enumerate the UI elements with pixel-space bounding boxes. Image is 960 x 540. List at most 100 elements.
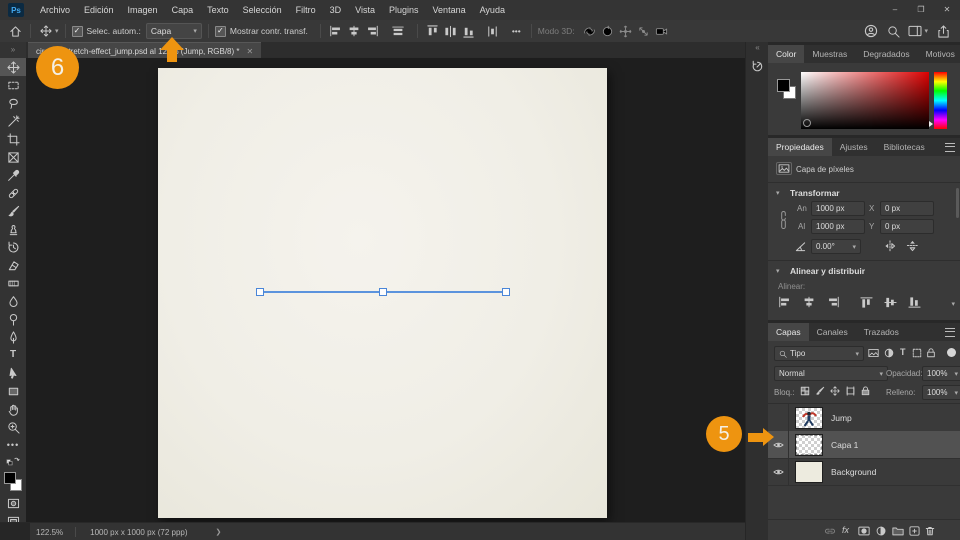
prop-align-bottom-icon[interactable] xyxy=(908,296,924,310)
tools-panel-expand-chevrons[interactable]: » xyxy=(0,42,26,58)
auto-select-checkbox[interactable]: ✓ xyxy=(71,25,83,37)
history-brush-tool[interactable] xyxy=(0,238,26,256)
new-group-icon[interactable] xyxy=(892,526,904,536)
add-layer-mask-icon[interactable] xyxy=(858,526,870,536)
y-field[interactable]: 0 px xyxy=(880,219,934,234)
lock-position-icon[interactable] xyxy=(830,386,840,396)
minimize-button[interactable]: – xyxy=(882,0,908,20)
3d-camera-icon[interactable] xyxy=(653,25,671,38)
tab-trazados[interactable]: Trazados xyxy=(856,323,907,341)
x-field[interactable]: 0 px xyxy=(880,201,934,216)
workspace-switcher-icon[interactable] xyxy=(906,25,924,37)
menu-ayuda[interactable]: Ayuda xyxy=(473,0,512,20)
layer-styles-button[interactable]: fx xyxy=(842,525,849,535)
3d-slide-icon[interactable] xyxy=(635,25,653,38)
menu-imagen[interactable]: Imagen xyxy=(121,0,165,20)
healing-brush-tool[interactable] xyxy=(0,184,26,202)
align-top-edges-icon[interactable] xyxy=(389,25,407,37)
lasso-tool[interactable] xyxy=(0,94,26,112)
opacity-field[interactable]: 100% ▾ xyxy=(922,366,960,381)
align-horizontal-centers-icon[interactable] xyxy=(345,25,363,37)
tab-degradados[interactable]: Degradados xyxy=(855,45,917,63)
filter-smart-objects-icon[interactable] xyxy=(926,348,936,358)
angle-field[interactable]: 0.00° ▾ xyxy=(811,239,861,254)
gradient-tool[interactable] xyxy=(0,274,26,292)
new-layer-icon[interactable] xyxy=(909,526,920,536)
menu-ventana[interactable]: Ventana xyxy=(426,0,473,20)
height-field[interactable]: 1000 px xyxy=(811,219,865,234)
hand-tool[interactable] xyxy=(0,400,26,418)
lock-all-icon[interactable] xyxy=(861,386,870,396)
lock-transparency-icon[interactable] xyxy=(800,386,810,396)
visibility-toggle-empty[interactable] xyxy=(768,404,789,431)
properties-panel-menu-icon[interactable] xyxy=(945,138,960,156)
rectangle-tool[interactable] xyxy=(0,382,26,400)
layers-panel-menu-icon[interactable] xyxy=(945,323,960,341)
3d-pan-icon[interactable] xyxy=(617,25,635,38)
maximize-button[interactable]: ❐ xyxy=(908,0,934,20)
layer-row-capa1[interactable]: Capa 1 xyxy=(768,431,960,459)
layer-filter-dropdown[interactable]: Tipo ▾ xyxy=(774,346,864,361)
transform-handle-center[interactable] xyxy=(379,288,387,296)
menu-archivo[interactable]: Archivo xyxy=(33,0,77,20)
align-left-edges-icon[interactable] xyxy=(327,25,345,37)
link-dimensions-icon[interactable] xyxy=(779,210,788,230)
prop-align-hcenter-icon[interactable] xyxy=(802,296,818,310)
properties-scrollbar[interactable] xyxy=(956,188,959,218)
lock-pixels-icon[interactable] xyxy=(815,386,825,396)
filter-toggle[interactable] xyxy=(947,348,956,357)
marquee-tool[interactable] xyxy=(0,76,26,94)
layer-thumbnail-jump[interactable] xyxy=(795,406,823,429)
search-icon[interactable] xyxy=(884,25,902,38)
filter-shape-layers-icon[interactable] xyxy=(912,348,922,358)
align-section-chevron[interactable]: ▾ xyxy=(776,267,780,275)
crop-tool[interactable] xyxy=(0,130,26,148)
prop-align-left-icon[interactable] xyxy=(778,296,794,310)
quick-mask-button[interactable] xyxy=(0,494,26,512)
brush-tool[interactable] xyxy=(0,202,26,220)
prop-align-top-icon[interactable] xyxy=(860,296,876,310)
filter-type-layers-icon[interactable]: T xyxy=(900,347,906,357)
3d-roll-icon[interactable] xyxy=(599,25,617,38)
blend-mode-dropdown[interactable]: Normal ▾ xyxy=(774,366,888,381)
clone-stamp-tool[interactable] xyxy=(0,220,26,238)
prop-align-right-icon[interactable] xyxy=(826,296,842,310)
foreground-background-swatches[interactable] xyxy=(0,468,26,494)
layer-name[interactable]: Capa 1 xyxy=(831,440,858,450)
foreground-swatch[interactable] xyxy=(777,79,790,92)
menu-capa[interactable]: Capa xyxy=(165,0,201,20)
workspace-chevron[interactable]: ▾ xyxy=(924,27,928,35)
more-options-button[interactable]: ••• xyxy=(512,26,521,36)
link-layers-icon[interactable] xyxy=(824,526,836,536)
history-panel-icon[interactable] xyxy=(746,60,769,73)
move-tool-preset-chevron[interactable]: ▾ xyxy=(55,27,59,35)
edit-toolbar-button[interactable]: ••• xyxy=(0,436,26,454)
type-tool[interactable]: T xyxy=(0,346,26,364)
menu-texto[interactable]: Texto xyxy=(200,0,236,20)
color-panel-swatches[interactable] xyxy=(776,78,800,102)
foreground-color-swatch[interactable] xyxy=(4,472,16,484)
3d-orbit-icon[interactable] xyxy=(581,25,599,38)
layer-name[interactable]: Background xyxy=(831,467,876,477)
zoom-tool[interactable] xyxy=(0,418,26,436)
path-selection-tool[interactable] xyxy=(0,364,26,382)
layer-thumbnail-background[interactable] xyxy=(795,460,823,483)
flip-vertical-icon[interactable] xyxy=(906,239,919,252)
tab-ajustes[interactable]: Ajustes xyxy=(832,138,876,156)
transform-section-chevron[interactable]: ▾ xyxy=(776,189,780,197)
distribute-top-edges-icon[interactable] xyxy=(424,24,442,38)
pen-tool[interactable] xyxy=(0,328,26,346)
flip-horizontal-icon[interactable] xyxy=(883,240,897,252)
hue-slider[interactable] xyxy=(929,72,947,129)
layer-thumbnail-capa1[interactable] xyxy=(795,433,823,456)
menu-plugins[interactable]: Plugins xyxy=(382,0,426,20)
hue-slider-marker[interactable] xyxy=(929,121,933,127)
share-icon[interactable] xyxy=(934,24,952,38)
distribute-spacing-icon[interactable] xyxy=(484,25,502,38)
account-icon[interactable] xyxy=(862,24,880,38)
blur-tool[interactable] xyxy=(0,292,26,310)
delete-layer-icon[interactable] xyxy=(925,526,935,536)
tab-muestras[interactable]: Muestras xyxy=(804,45,855,63)
fill-field[interactable]: 100% ▾ xyxy=(922,385,960,400)
color-field-cursor[interactable] xyxy=(803,119,811,127)
